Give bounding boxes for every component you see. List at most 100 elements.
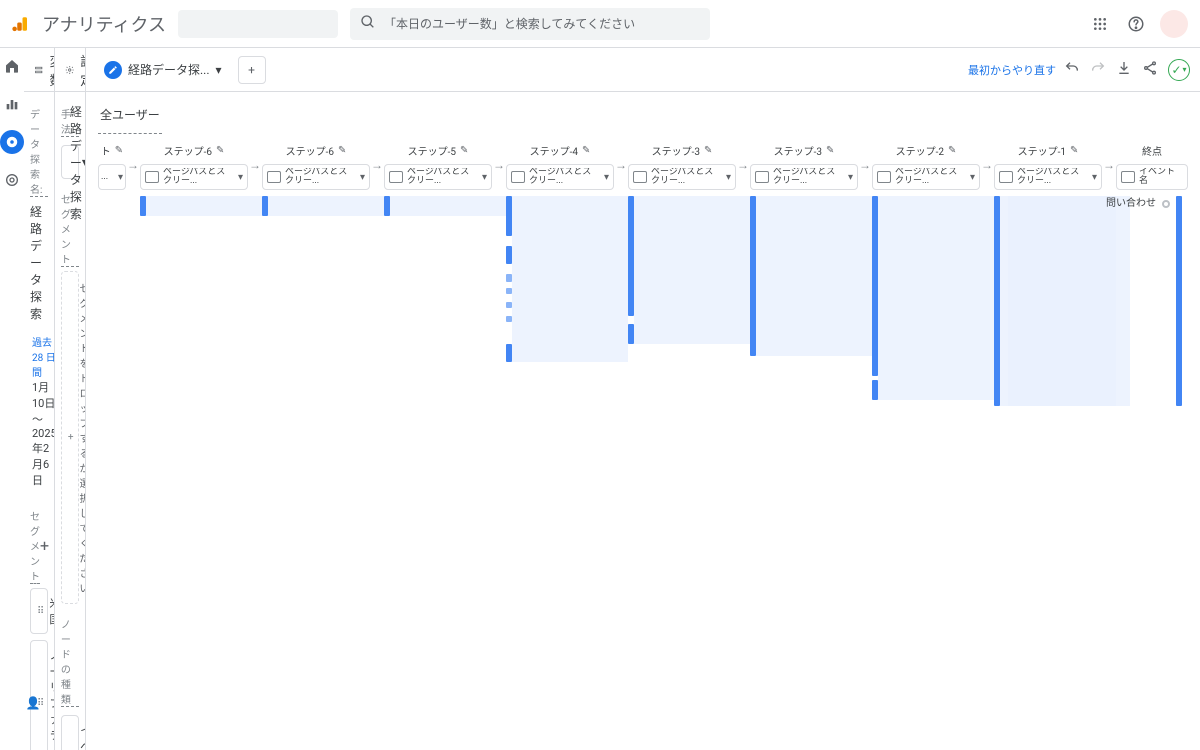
audience-label[interactable]: 全ユーザー bbox=[98, 102, 162, 134]
add-segment-button[interactable]: + bbox=[40, 536, 49, 555]
exploration-name-label: データ探索名: bbox=[30, 106, 48, 197]
step-node[interactable]: ...▾ bbox=[98, 164, 126, 190]
segment-label: セグメント bbox=[61, 191, 79, 267]
step-label: ステップ-4 bbox=[530, 143, 578, 158]
edit-icon[interactable]: ✎ bbox=[460, 145, 468, 156]
step-node[interactable]: ページパスとスクリー...▾ bbox=[384, 164, 492, 190]
flow-bar[interactable] bbox=[872, 196, 878, 376]
nav-rail bbox=[0, 48, 24, 750]
arrow-icon: → bbox=[614, 140, 628, 190]
variables-panel: 変数 ✕ データ探索名: 経路データ探索 過去 28 日間 1月10日～2025… bbox=[24, 48, 55, 750]
page-icon bbox=[633, 171, 647, 183]
step-node[interactable]: ページパスとスクリー...▾ bbox=[750, 164, 858, 190]
arrow-icon: → bbox=[492, 140, 506, 190]
settings-panel: 設定 ✕ 手法 経路データ探索▾ セグメント +セグメントをドロップするか選択し… bbox=[55, 48, 86, 750]
date-range-picker[interactable]: 過去 28 日間 1月10日～2025年2月6日 ▾ bbox=[30, 330, 48, 492]
step-label: ステップ-2 bbox=[896, 143, 944, 158]
flow-bar[interactable] bbox=[628, 196, 634, 316]
flow-bar[interactable] bbox=[506, 344, 512, 362]
exploration-name[interactable]: 経路データ探索 bbox=[30, 203, 48, 322]
dropdown-caret-icon: ▾ bbox=[360, 172, 365, 183]
canvas: 経路データ探... ▾ + 最初からやり直す ✓▾ 全ユーザー ト✎...▾→ス… bbox=[86, 48, 1200, 750]
status-ok-icon[interactable]: ✓▾ bbox=[1168, 59, 1190, 81]
segment-drop-target[interactable]: +セグメントをドロップするか選択してください bbox=[61, 271, 79, 604]
technique-select[interactable]: 経路データ探索▾ bbox=[61, 145, 79, 179]
property-selector[interactable] bbox=[178, 10, 338, 38]
page-icon bbox=[755, 171, 769, 183]
step-label: ステップ-1 bbox=[1018, 143, 1066, 158]
rail-explore-icon[interactable] bbox=[0, 130, 24, 154]
arrow-icon: → bbox=[858, 140, 872, 190]
dropdown-caret-icon: ▾ bbox=[604, 172, 609, 183]
search-icon bbox=[360, 14, 376, 33]
redo-icon[interactable] bbox=[1090, 60, 1106, 79]
edit-icon[interactable]: ✎ bbox=[826, 145, 834, 156]
step-label: ステップ-3 bbox=[774, 143, 822, 158]
restart-link[interactable]: 最初からやり直す bbox=[968, 62, 1056, 78]
step-node[interactable]: イベント名 bbox=[1116, 164, 1188, 190]
flow-bar[interactable] bbox=[506, 246, 512, 264]
edit-icon[interactable]: ✎ bbox=[115, 145, 123, 156]
help-icon[interactable] bbox=[1124, 12, 1148, 36]
flow-bar[interactable] bbox=[1176, 196, 1182, 406]
step-label: ステップ-5 bbox=[408, 143, 456, 158]
segment-chip[interactable]: ⠿ノーリファラー👤 bbox=[30, 640, 48, 750]
avatar[interactable] bbox=[1160, 10, 1188, 38]
flow-bar[interactable] bbox=[628, 324, 634, 344]
download-icon[interactable] bbox=[1116, 60, 1132, 79]
dropdown-caret-icon: ▾ bbox=[216, 63, 222, 77]
edit-icon[interactable]: ✎ bbox=[338, 145, 346, 156]
search-box[interactable]: 「本日のユーザー数」と検索してみてください bbox=[350, 8, 710, 40]
flow-bar[interactable] bbox=[750, 196, 756, 356]
flow-bar[interactable] bbox=[506, 302, 512, 308]
edit-icon[interactable]: ✎ bbox=[582, 145, 590, 156]
arrow-icon: → bbox=[980, 140, 994, 190]
flow-bar[interactable] bbox=[262, 196, 268, 216]
edit-icon bbox=[104, 61, 122, 79]
rail-ads-icon[interactable] bbox=[0, 168, 24, 192]
top-bar: アナリティクス 「本日のユーザー数」と検索してみてください bbox=[0, 0, 1200, 48]
edit-icon[interactable]: ✎ bbox=[216, 145, 224, 156]
flow-bar[interactable] bbox=[506, 316, 512, 322]
search-placeholder: 「本日のユーザー数」と検索してみてください bbox=[384, 15, 635, 32]
flow-bar[interactable] bbox=[140, 196, 146, 216]
tabs-row: 経路データ探... ▾ + 最初からやり直す ✓▾ bbox=[86, 48, 1200, 92]
dropdown-caret-icon: ▾ bbox=[482, 172, 487, 183]
edit-icon[interactable]: ✎ bbox=[948, 145, 956, 156]
page-icon bbox=[267, 171, 281, 183]
endpoint-indicator bbox=[1162, 200, 1170, 208]
step-node[interactable]: ページパスとスクリー...▾ bbox=[628, 164, 736, 190]
step-node[interactable]: ページパスとスクリー...▾ bbox=[262, 164, 370, 190]
step-node[interactable]: ページパスとスクリー...▾ bbox=[506, 164, 614, 190]
tab-active[interactable]: 経路データ探... ▾ bbox=[96, 57, 230, 83]
undo-icon[interactable] bbox=[1064, 60, 1080, 79]
step-node[interactable]: ページパスとスクリー...▾ bbox=[872, 164, 980, 190]
rail-home-icon[interactable] bbox=[0, 54, 24, 78]
flow-bar[interactable] bbox=[872, 380, 878, 400]
arrow-icon: → bbox=[370, 140, 384, 190]
apps-icon[interactable] bbox=[1088, 12, 1112, 36]
dropdown-caret-icon: ▾ bbox=[848, 172, 853, 183]
node-type-chip[interactable]: ⠿イベント名 bbox=[61, 715, 79, 750]
page-icon bbox=[511, 171, 525, 183]
edit-icon[interactable]: ✎ bbox=[704, 145, 712, 156]
dropdown-caret-icon: ▾ bbox=[1092, 172, 1097, 183]
flow-bar[interactable] bbox=[506, 274, 512, 282]
share-icon[interactable] bbox=[1142, 60, 1158, 79]
page-icon bbox=[877, 171, 891, 183]
step-label: ステップ-6 bbox=[164, 143, 212, 158]
rail-reports-icon[interactable] bbox=[0, 92, 24, 116]
flow-bar[interactable] bbox=[506, 288, 512, 294]
page-icon bbox=[999, 171, 1013, 183]
flow-bar[interactable] bbox=[506, 196, 512, 236]
flow-bar[interactable] bbox=[994, 196, 1000, 406]
add-tab-button[interactable]: + bbox=[238, 56, 266, 84]
step-label: ステップ-6 bbox=[286, 143, 334, 158]
step-node[interactable]: ページパスとスクリー...▾ bbox=[140, 164, 248, 190]
page-icon bbox=[1121, 171, 1135, 183]
step-node[interactable]: ページパスとスクリー...▾ bbox=[994, 164, 1102, 190]
segment-chip[interactable]: ⠿米国 bbox=[30, 588, 48, 634]
person-icon: 👤 bbox=[26, 696, 41, 710]
edit-icon[interactable]: ✎ bbox=[1070, 145, 1078, 156]
flow-bar[interactable] bbox=[384, 196, 390, 216]
